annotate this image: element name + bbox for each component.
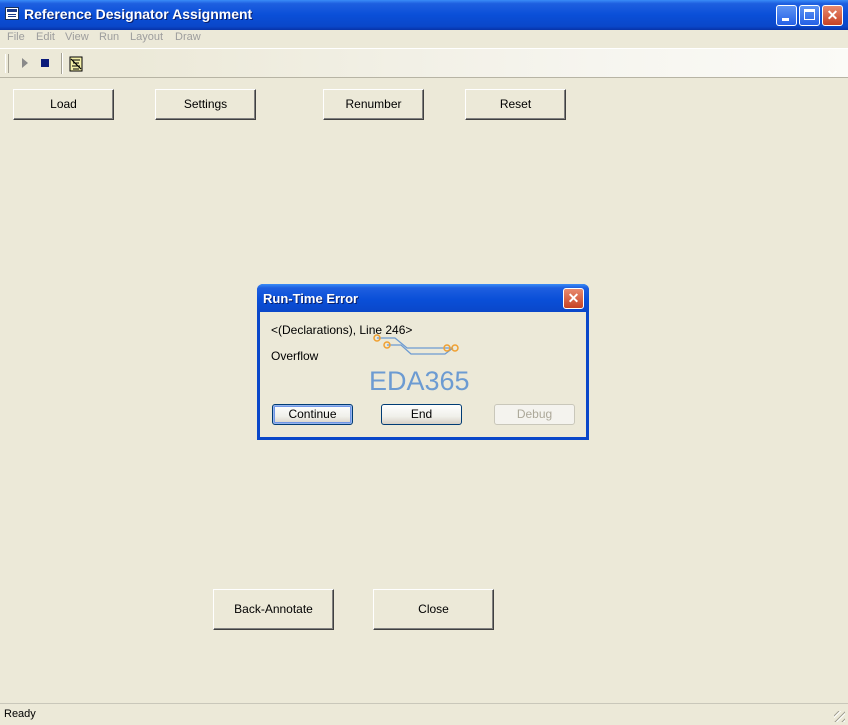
toolbar-grip[interactable] xyxy=(5,54,9,73)
status-bar: Ready xyxy=(0,703,848,725)
dialog-body: <(Declarations), Line 246> Overflow EDA3… xyxy=(260,312,586,437)
edit-script-icon[interactable] xyxy=(67,55,85,73)
dialog-title: Run-Time Error xyxy=(263,291,359,306)
run-time-error-dialog: Run-Time Error ✕ <(Declarations), Line 2… xyxy=(257,284,589,440)
debug-button: Debug xyxy=(494,404,575,425)
dialog-close-button[interactable]: ✕ xyxy=(563,288,584,309)
menu-layout[interactable]: Layout xyxy=(130,31,163,43)
menu-bar: File Edit View Run Layout Draw xyxy=(0,30,848,48)
maximize-button[interactable] xyxy=(799,5,820,26)
error-message-text: Overflow xyxy=(271,349,319,363)
watermark-text: EDA365 xyxy=(369,366,470,394)
eda365-watermark: EDA365 xyxy=(369,334,470,394)
status-text: Ready xyxy=(4,708,36,720)
menu-view[interactable]: View xyxy=(65,31,89,43)
reset-button[interactable]: Reset xyxy=(465,89,566,120)
run-icon[interactable] xyxy=(19,56,31,70)
close-icon: ✕ xyxy=(826,7,839,23)
app-icon[interactable] xyxy=(5,7,19,20)
settings-button[interactable]: Settings xyxy=(155,89,256,120)
resize-grip-icon[interactable] xyxy=(834,711,845,722)
menu-draw[interactable]: Draw xyxy=(175,31,201,43)
toolbar-separator xyxy=(61,53,62,74)
maximize-icon xyxy=(804,9,815,20)
minimize-button[interactable] xyxy=(776,5,797,26)
minimize-icon xyxy=(782,18,789,21)
close-button[interactable]: Close xyxy=(373,589,494,630)
toolbar xyxy=(0,48,848,78)
title-bar[interactable]: Reference Designator Assignment ✕ xyxy=(0,0,848,30)
close-window-button[interactable]: ✕ xyxy=(822,5,843,26)
end-button[interactable]: End xyxy=(381,404,462,425)
close-icon: ✕ xyxy=(567,290,580,306)
menu-run[interactable]: Run xyxy=(99,31,119,43)
back-annotate-button[interactable]: Back-Annotate xyxy=(213,589,334,630)
continue-button[interactable]: Continue xyxy=(272,404,353,425)
renumber-button[interactable]: Renumber xyxy=(323,89,424,120)
menu-edit[interactable]: Edit xyxy=(36,31,55,43)
menu-file[interactable]: File xyxy=(7,31,25,43)
load-button[interactable]: Load xyxy=(13,89,114,120)
dialog-title-bar[interactable]: Run-Time Error ✕ xyxy=(257,284,589,312)
window-title: Reference Designator Assignment xyxy=(24,6,253,22)
stop-icon[interactable] xyxy=(38,56,52,70)
